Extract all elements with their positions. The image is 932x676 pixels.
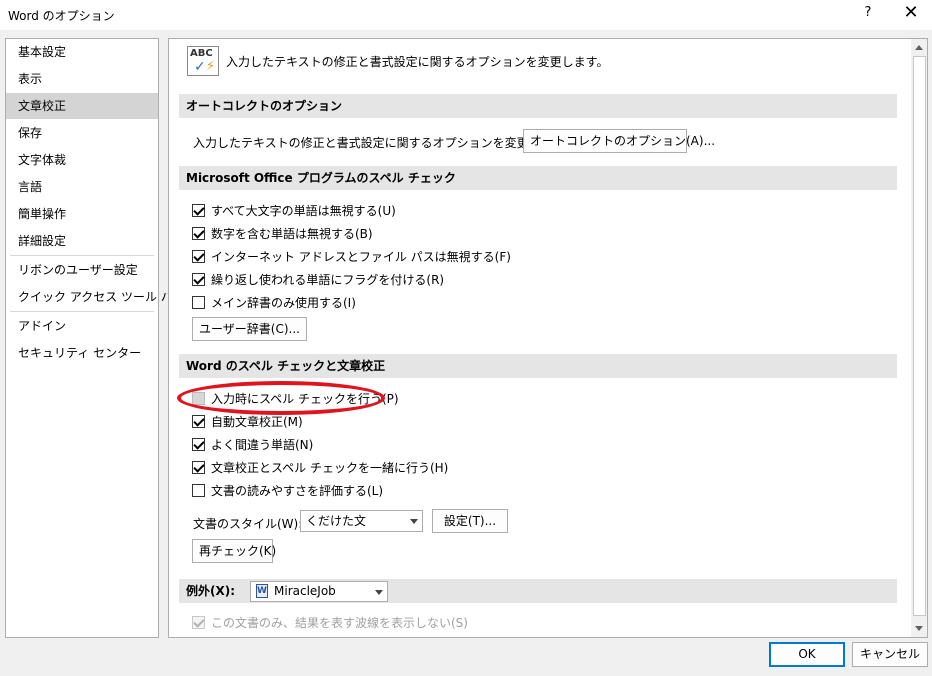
option-ignore-internet-addresses[interactable]: インターネット アドレスとファイル パスは無視する(F) bbox=[192, 247, 511, 265]
ok-button[interactable]: OK bbox=[769, 642, 845, 667]
checkbox[interactable] bbox=[192, 249, 205, 263]
option-flag-repeated-words[interactable]: 繰り返し使われる単語にフラグを付ける(R) bbox=[192, 270, 444, 288]
checkbox[interactable] bbox=[192, 414, 205, 428]
window-title: Word のオプション bbox=[8, 9, 115, 23]
option-readability-statistics[interactable]: 文書の読みやすさを評価する(L) bbox=[192, 481, 383, 499]
sidebar-item-general[interactable]: 基本設定 bbox=[6, 39, 158, 65]
page-description: 入力したテキストの修正と書式設定に関するオプションを変更します。 bbox=[226, 55, 609, 69]
sidebar-item-display[interactable]: 表示 bbox=[6, 66, 158, 92]
option-mark-grammar-errors[interactable]: 自動文章校正(M) bbox=[192, 412, 303, 430]
checkbox[interactable] bbox=[192, 483, 205, 497]
autocorrect-description: 入力したテキストの修正と書式設定に関するオプションを変更します。 bbox=[193, 136, 576, 150]
option-main-dictionary-only[interactable]: メイン辞書のみ使用する(I) bbox=[192, 293, 356, 311]
sidebar-item-language[interactable]: 言語 bbox=[6, 174, 158, 200]
sidebar-item-typography[interactable]: 文字体裁 bbox=[6, 147, 158, 173]
help-button[interactable]: ? bbox=[858, 5, 878, 20]
sidebar-item-customize-ribbon[interactable]: リボンのユーザー設定 bbox=[6, 257, 158, 283]
checkbox[interactable] bbox=[192, 615, 205, 629]
abc-spellcheck-icon: ABC ✓ ⚡ bbox=[187, 46, 219, 76]
option-check-spelling-as-you-type[interactable]: 入力時にスペル チェックを行う(P) bbox=[192, 389, 399, 407]
sidebar: 基本設定 表示 文章校正 保存 文字体裁 言語 簡単操作 詳細設定 リボンのユー… bbox=[5, 38, 185, 638]
chevron-down-icon bbox=[410, 519, 418, 524]
checkbox[interactable] bbox=[192, 437, 205, 451]
sidebar-item-addins[interactable]: アドイン bbox=[6, 313, 158, 339]
section-header-word-spelling: Word のスペル チェックと文章校正 bbox=[179, 354, 897, 378]
sidebar-item-save[interactable]: 保存 bbox=[6, 120, 158, 146]
close-button[interactable]: ✕ bbox=[897, 2, 925, 23]
sidebar-item-accessibility[interactable]: 簡単操作 bbox=[6, 201, 158, 227]
exceptions-label: 例外(X): bbox=[186, 584, 236, 598]
option-check-grammar-with-spelling[interactable]: 文章校正とスペル チェックを一緒に行う(H) bbox=[192, 458, 448, 476]
sidebar-item-proofing[interactable]: 文章校正 bbox=[6, 93, 158, 119]
option-hide-spelling-errors-this-document[interactable]: この文書のみ、結果を表す波線を表示しない(S) bbox=[192, 613, 468, 631]
exceptions-document-select[interactable]: MiracleJob bbox=[250, 581, 388, 602]
checkbox[interactable] bbox=[192, 391, 205, 405]
autocorrect-options-button[interactable]: オートコレクトのオプション(A)... bbox=[523, 129, 715, 153]
cancel-button[interactable]: キャンセル bbox=[852, 642, 928, 667]
grammar-settings-button[interactable]: 設定(T)... bbox=[432, 509, 508, 533]
word-document-icon bbox=[256, 584, 268, 598]
writing-style-select[interactable]: くだけた文 bbox=[300, 510, 423, 532]
checkbox[interactable] bbox=[192, 226, 205, 240]
option-ignore-uppercase[interactable]: すべて大文字の単語は無視する(U) bbox=[192, 201, 396, 219]
checkbox[interactable] bbox=[192, 295, 205, 309]
checkbox[interactable] bbox=[192, 460, 205, 474]
scrollbar-thumb[interactable] bbox=[913, 56, 926, 616]
vertical-scrollbar[interactable] bbox=[911, 39, 927, 637]
recheck-document-button[interactable]: 再チェック(K) bbox=[192, 539, 276, 563]
sidebar-item-quick-access-toolbar[interactable]: クイック アクセス ツール バー bbox=[6, 284, 185, 310]
sidebar-item-trust-center[interactable]: セキュリティ センター bbox=[6, 340, 158, 366]
option-ignore-numbers[interactable]: 数字を含む単語は無視する(B) bbox=[192, 224, 373, 242]
scroll-down-icon[interactable] bbox=[911, 620, 927, 637]
checkbox[interactable] bbox=[192, 203, 205, 217]
scroll-up-icon[interactable] bbox=[911, 39, 927, 56]
section-header-office-spelling: Microsoft Office プログラムのスペル チェック bbox=[179, 166, 897, 190]
checkbox[interactable] bbox=[192, 272, 205, 286]
sidebar-divider bbox=[10, 311, 154, 312]
sidebar-item-advanced[interactable]: 詳細設定 bbox=[6, 228, 158, 254]
section-header-autocorrect: オートコレクトのオプション bbox=[179, 94, 897, 118]
custom-dictionaries-button[interactable]: ユーザー辞書(C)... bbox=[192, 317, 307, 341]
content-panel: ABC ✓ ⚡ 入力したテキストの修正と書式設定に関するオプションを変更します。… bbox=[168, 38, 928, 638]
chevron-down-icon bbox=[375, 590, 383, 595]
title-bar: Word のオプション ? ✕ bbox=[0, 0, 932, 30]
writing-style-label: 文書のスタイル(W): bbox=[193, 517, 303, 531]
option-frequently-confused-words[interactable]: よく間違う単語(N) bbox=[192, 435, 313, 453]
sidebar-divider bbox=[10, 255, 154, 256]
